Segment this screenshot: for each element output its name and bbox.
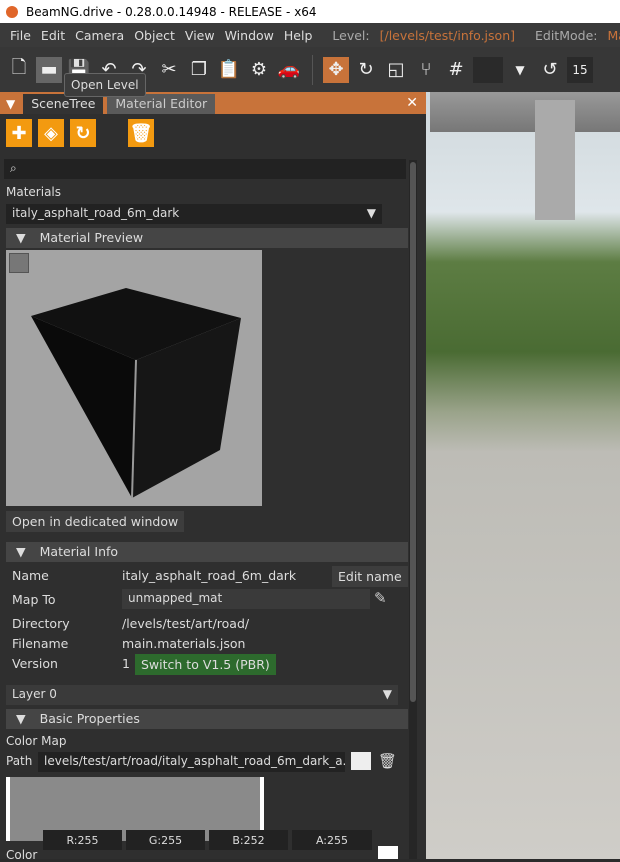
snap-vertex-icon[interactable]: ⑂ xyxy=(413,57,439,83)
beamng-logo-icon xyxy=(6,5,18,18)
filename-label: Filename xyxy=(12,636,69,651)
section-basic-properties[interactable]: ▼ Basic Properties xyxy=(6,709,408,729)
triangle-icon: ▼ xyxy=(16,711,26,726)
directory-value: /levels/test/art/road/ xyxy=(122,616,250,631)
tag-material-icon[interactable]: ◈ xyxy=(38,119,64,147)
window-title: BeamNG.drive - 0.28.0.0.14948 - RELEASE … xyxy=(26,4,317,19)
new-file-icon[interactable]: 🗋 xyxy=(6,57,32,83)
color-b-input[interactable]: B:252 xyxy=(209,830,288,850)
editmode-label: EditMode: xyxy=(535,27,598,43)
color-a-input[interactable]: A:255 xyxy=(292,830,372,850)
menu-camera[interactable]: Camera xyxy=(75,28,124,43)
mapto-input[interactable]: unmapped_mat xyxy=(122,589,370,609)
color-map-label: Color Map xyxy=(6,734,67,748)
panel-scrollbar[interactable] xyxy=(409,160,417,859)
collapse-icon[interactable]: ▼ xyxy=(6,97,15,111)
filename-value: main.materials.json xyxy=(122,636,246,651)
layer-value: Layer 0 xyxy=(12,687,57,701)
material-preview-image xyxy=(6,250,262,506)
color-g-input[interactable]: G:255 xyxy=(126,830,205,850)
materials-value: italy_asphalt_road_6m_dark xyxy=(12,206,180,220)
scrollbar-thumb[interactable] xyxy=(410,162,416,702)
paste-icon[interactable]: 📋 xyxy=(216,57,242,83)
search-input[interactable]: ⌕ xyxy=(4,159,406,179)
bridge-scenery xyxy=(430,92,620,132)
level-path: [/levels/test/info.json] xyxy=(379,27,515,43)
mapto-label: Map To xyxy=(12,592,56,607)
chevron-down-icon[interactable]: ▼ xyxy=(507,57,533,83)
eyedropper-icon[interactable]: ✎ xyxy=(374,589,387,607)
switch-pbr-button[interactable]: Switch to V1.5 (PBR) xyxy=(135,654,276,675)
delete-icon[interactable]: 🗑 xyxy=(128,119,154,147)
triangle-icon: ▼ xyxy=(16,230,26,245)
rotate-icon[interactable]: ↻ xyxy=(353,57,379,83)
level-label: Level: xyxy=(332,27,370,43)
triangle-icon: ▼ xyxy=(16,544,26,559)
cube-preview xyxy=(31,288,241,499)
edit-name-button[interactable]: Edit name xyxy=(332,566,408,587)
open-dedicated-window-button[interactable]: Open in dedicated window xyxy=(6,511,185,532)
layer-select[interactable]: Layer 0 ▼ xyxy=(6,685,398,705)
color-map-path-input[interactable]: levels/test/art/road/italy_asphalt_road_… xyxy=(38,752,345,772)
chevron-down-icon: ▼ xyxy=(382,687,392,701)
chevron-down-icon: ▼ xyxy=(366,206,376,220)
name-label: Name xyxy=(12,568,49,583)
section-material-info[interactable]: ▼ Material Info xyxy=(6,542,408,562)
tab-material-editor[interactable]: Material Editor xyxy=(107,94,216,114)
pillar-scenery xyxy=(535,100,575,220)
color-label: Color xyxy=(6,848,38,862)
toolbar-divider xyxy=(312,54,313,85)
open-folder-icon[interactable]: ▬ xyxy=(36,56,62,83)
version-value: 1 xyxy=(122,656,130,671)
menu-file[interactable]: File xyxy=(10,28,31,43)
section-title: Basic Properties xyxy=(39,711,140,726)
close-icon[interactable]: ✕ xyxy=(406,95,418,111)
name-value: italy_asphalt_road_6m_dark xyxy=(122,568,297,583)
version-label: Version xyxy=(12,656,58,671)
folder-icon[interactable] xyxy=(351,752,371,770)
title-bar: BeamNG.drive - 0.28.0.0.14948 - RELEASE … xyxy=(0,0,620,23)
snap-value-input[interactable]: 15 xyxy=(567,56,593,83)
color-swatch[interactable] xyxy=(473,56,503,83)
cut-icon[interactable]: ✂ xyxy=(156,57,182,83)
delete-texture-icon[interactable]: 🗑 xyxy=(378,752,397,770)
menu-view[interactable]: View xyxy=(185,28,215,43)
material-editor-panel: ✚ ◈ ↻ 🗑 ⌕ Materials italy_asphalt_road_6… xyxy=(0,114,426,862)
move-icon[interactable]: ✥ xyxy=(323,56,349,83)
path-label: Path xyxy=(6,754,33,768)
directory-label: Directory xyxy=(12,616,70,631)
section-material-preview[interactable]: ▼ Material Preview xyxy=(6,228,408,248)
menu-bar: File Edit Camera Object View Window Help… xyxy=(0,23,620,47)
rotate-snap-icon[interactable]: ↺ xyxy=(537,57,563,83)
grid-snap-icon[interactable]: # xyxy=(443,57,469,83)
section-title: Material Info xyxy=(39,544,119,559)
copy-icon[interactable]: ❐ xyxy=(186,57,212,83)
editmode-value: Manip xyxy=(607,27,620,43)
tooltip: Open Level xyxy=(64,73,146,97)
color-r-input[interactable]: R:255 xyxy=(43,830,122,850)
refresh-icon[interactable]: ↻ xyxy=(70,119,96,147)
tab-scenetree[interactable]: SceneTree xyxy=(23,94,104,114)
scale-icon[interactable]: ◱ xyxy=(383,57,409,83)
section-title: Material Preview xyxy=(39,230,144,245)
menu-help[interactable]: Help xyxy=(284,28,313,43)
gear-icon[interactable]: ⚙ xyxy=(246,57,272,83)
menu-edit[interactable]: Edit xyxy=(41,28,65,43)
menu-window[interactable]: Window xyxy=(225,28,274,43)
materials-select[interactable]: italy_asphalt_road_6m_dark ▼ xyxy=(6,204,382,224)
menu-object[interactable]: Object xyxy=(134,28,175,43)
search-icon: ⌕ xyxy=(10,161,17,175)
3d-viewport[interactable] xyxy=(426,92,620,859)
materials-label: Materials xyxy=(6,185,62,199)
car-icon[interactable]: 🚗 xyxy=(276,57,302,83)
add-material-icon[interactable]: ✚ xyxy=(6,119,32,147)
color-swatch[interactable] xyxy=(378,846,398,859)
